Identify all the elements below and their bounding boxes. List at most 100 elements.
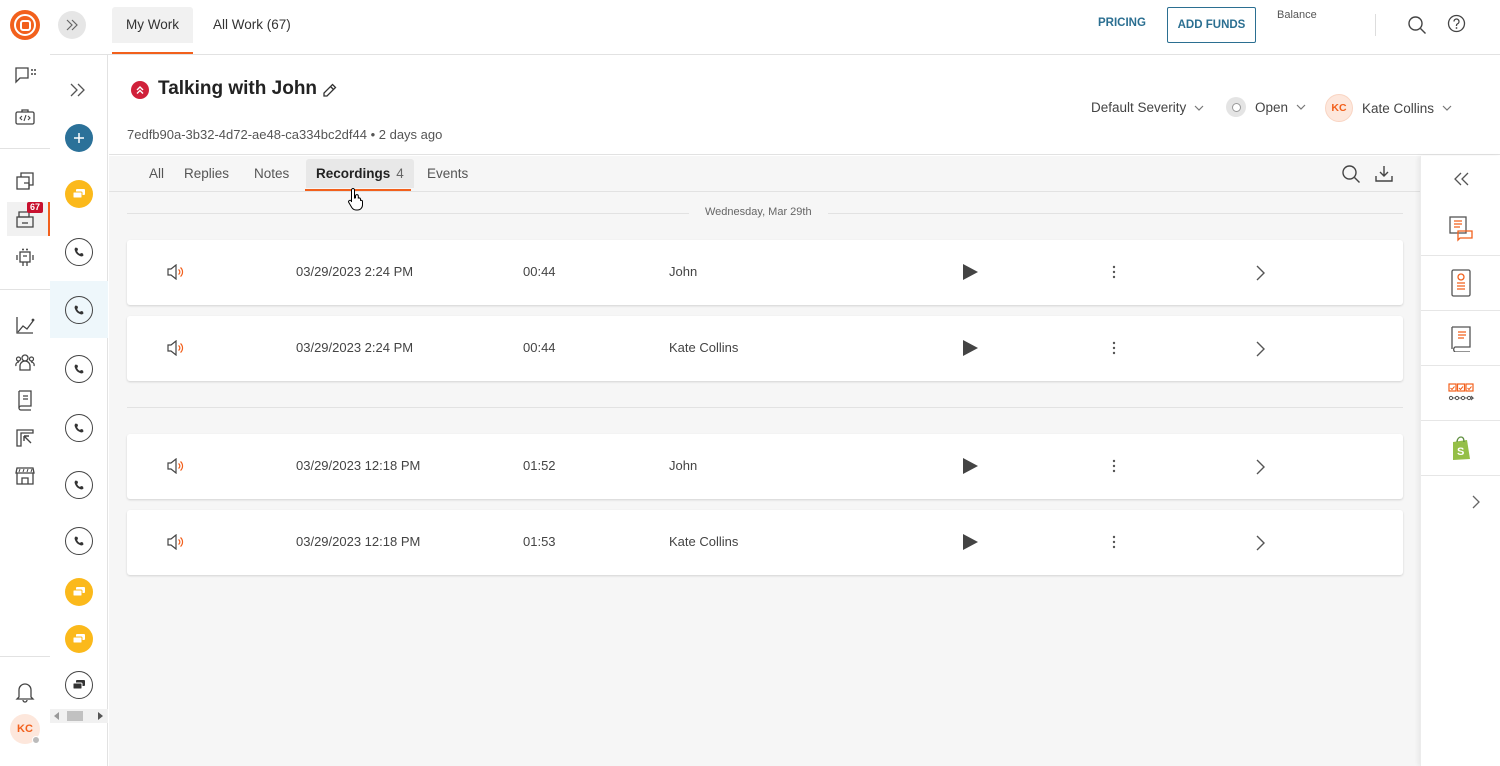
inbox-count-badge: 67 bbox=[27, 202, 44, 213]
assignee-avatar: KC bbox=[1325, 94, 1353, 122]
new-conversation-button[interactable] bbox=[50, 109, 108, 166]
more-vertical-icon[interactable] bbox=[1111, 264, 1117, 280]
assignee-dropdown[interactable]: KC Kate Collins bbox=[1325, 94, 1452, 122]
severity-value: Default Severity bbox=[1091, 100, 1187, 115]
tab-all[interactable]: All bbox=[139, 159, 174, 188]
conversation-item[interactable] bbox=[50, 223, 108, 280]
tab-events[interactable]: Events bbox=[417, 159, 478, 188]
app-contact-card[interactable] bbox=[1421, 256, 1500, 311]
conversation-item[interactable] bbox=[50, 656, 108, 713]
recording-row[interactable]: 03/29/2023 2:24 PM 00:44 John bbox=[127, 240, 1403, 305]
conversation-item-selected[interactable] bbox=[50, 281, 108, 338]
rail-divider bbox=[0, 656, 50, 657]
ticket-id-and-age: 7edfb90a-3b32-4d72-ae48-ca334bc2df44 • 2… bbox=[127, 127, 443, 142]
recording-datetime: 03/29/2023 12:18 PM bbox=[296, 458, 421, 473]
recording-row[interactable]: 03/29/2023 2:24 PM 00:44 Kate Collins bbox=[127, 316, 1403, 381]
recording-datetime: 03/29/2023 2:24 PM bbox=[296, 264, 414, 279]
recording-duration: 00:44 bbox=[523, 264, 556, 279]
conversation-item[interactable] bbox=[50, 399, 108, 456]
tab-replies[interactable]: Replies bbox=[174, 159, 239, 188]
people-icon[interactable] bbox=[13, 351, 37, 375]
rail-divider bbox=[0, 289, 50, 290]
more-vertical-icon[interactable] bbox=[1111, 458, 1117, 474]
horizontal-scrollbar[interactable] bbox=[50, 709, 108, 723]
app-transcript[interactable] bbox=[1421, 201, 1500, 256]
chat-icon[interactable] bbox=[13, 64, 37, 88]
chevron-right-icon[interactable] bbox=[1255, 534, 1267, 552]
tab-recordings-label: Recordings bbox=[316, 166, 391, 181]
svg-text:S: S bbox=[1457, 446, 1464, 458]
severity-dropdown[interactable]: Default Severity bbox=[1091, 100, 1204, 115]
top-bar: My Work All Work (67) PRICING ADD FUNDS … bbox=[50, 0, 1500, 55]
chart-icon[interactable] bbox=[13, 313, 37, 337]
chevron-down-icon bbox=[1442, 105, 1452, 111]
speaker-icon bbox=[167, 458, 184, 474]
scrollbar-thumb[interactable] bbox=[67, 711, 83, 721]
play-icon[interactable] bbox=[961, 533, 979, 551]
search-icon[interactable] bbox=[1341, 164, 1361, 184]
journey-icon bbox=[1448, 383, 1475, 401]
phone-icon bbox=[65, 526, 93, 555]
conversation-item[interactable] bbox=[50, 340, 108, 397]
chat-bubbles-icon bbox=[65, 577, 93, 606]
brand-logo[interactable] bbox=[10, 10, 40, 40]
phone-icon bbox=[65, 470, 93, 499]
ticket-content: All Replies Notes Recordings 4 Events Wed… bbox=[109, 156, 1420, 766]
conversation-list bbox=[50, 55, 108, 766]
chevron-down-icon bbox=[1296, 104, 1306, 110]
chevron-right-icon[interactable] bbox=[1471, 494, 1481, 510]
conversation-item[interactable] bbox=[50, 165, 108, 222]
speaker-icon bbox=[167, 264, 184, 280]
search-icon[interactable] bbox=[1407, 15, 1427, 35]
app-knowledge[interactable] bbox=[1421, 311, 1500, 366]
recording-duration: 00:44 bbox=[523, 340, 556, 355]
double-chevron-left-icon[interactable] bbox=[1452, 171, 1470, 187]
store-icon[interactable] bbox=[13, 464, 37, 488]
book-icon[interactable] bbox=[13, 388, 37, 412]
tab-notes[interactable]: Notes bbox=[244, 159, 299, 188]
pencil-icon[interactable] bbox=[321, 82, 338, 99]
recording-row[interactable]: 03/29/2023 12:18 PM 01:53 Kate Collins bbox=[127, 510, 1403, 575]
divider bbox=[1375, 14, 1376, 36]
recording-row[interactable]: 03/29/2023 12:18 PM 01:52 John bbox=[127, 434, 1403, 499]
chevron-right-icon[interactable] bbox=[1255, 264, 1267, 282]
chevron-right-icon[interactable] bbox=[1255, 340, 1267, 358]
expand-sidebar-button[interactable] bbox=[58, 11, 86, 39]
recording-speaker: John bbox=[669, 458, 698, 473]
status-dropdown[interactable]: Open bbox=[1226, 97, 1306, 117]
tab-recordings[interactable]: Recordings 4 bbox=[306, 159, 414, 188]
recording-duration: 01:53 bbox=[523, 534, 556, 549]
phone-icon bbox=[65, 413, 93, 442]
active-tab-underline bbox=[112, 52, 193, 54]
balance-label: Balance bbox=[1277, 9, 1317, 21]
scroll-left-arrow-icon bbox=[54, 712, 59, 720]
active-tab-underline bbox=[305, 189, 411, 191]
more-vertical-icon[interactable] bbox=[1111, 534, 1117, 550]
play-icon[interactable] bbox=[961, 263, 979, 281]
apps-panel: S bbox=[1420, 156, 1500, 766]
bell-icon[interactable] bbox=[13, 680, 37, 704]
play-icon[interactable] bbox=[961, 457, 979, 475]
tab-all-work[interactable]: All Work (67) bbox=[199, 7, 305, 43]
more-vertical-icon[interactable] bbox=[1111, 340, 1117, 356]
tab-my-work[interactable]: My Work bbox=[112, 7, 193, 43]
robot-icon[interactable] bbox=[13, 246, 37, 270]
app-journey[interactable] bbox=[1421, 366, 1500, 421]
help-icon[interactable] bbox=[1447, 14, 1466, 33]
pricing-link[interactable]: PRICING bbox=[1098, 17, 1146, 29]
conversation-item[interactable] bbox=[50, 456, 108, 513]
export-icon[interactable] bbox=[13, 426, 37, 450]
app-shopify[interactable]: S bbox=[1421, 421, 1500, 476]
phone-icon bbox=[65, 354, 93, 383]
severity-high-icon bbox=[131, 81, 149, 99]
conversation-item[interactable] bbox=[50, 512, 108, 569]
add-funds-button[interactable]: ADD FUNDS bbox=[1167, 7, 1256, 43]
chevron-right-icon[interactable] bbox=[1255, 458, 1267, 476]
copy-chat-icon[interactable] bbox=[13, 170, 37, 194]
download-icon[interactable] bbox=[1374, 164, 1394, 184]
play-icon[interactable] bbox=[961, 339, 979, 357]
recording-speaker: John bbox=[669, 264, 698, 279]
code-briefcase-icon[interactable] bbox=[13, 105, 37, 129]
double-chevron-right-icon[interactable] bbox=[68, 82, 88, 98]
chat-bubbles-icon bbox=[65, 670, 93, 699]
